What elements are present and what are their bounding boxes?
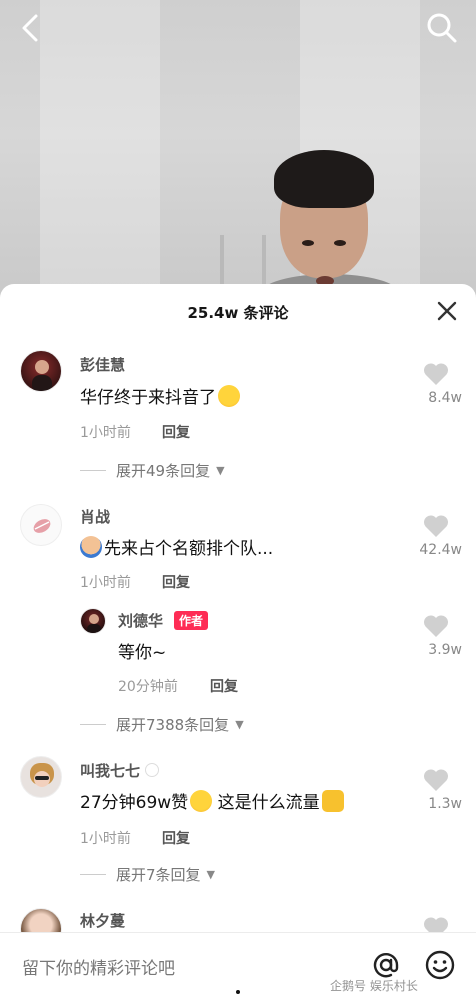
heart-icon	[423, 769, 449, 791]
search-icon	[427, 13, 457, 43]
heart-icon	[423, 515, 449, 537]
comment-text-content: 27分钟69w赞	[80, 793, 189, 813]
comment-username[interactable]: 叫我七七	[80, 760, 160, 781]
avatar[interactable]	[20, 756, 62, 798]
comments-sheet: 25.4w 条评论 彭佳慧 华仔终于来抖音了 1小时前 回复 8.4w 展开49…	[0, 284, 476, 1000]
expand-replies-button[interactable]: 展开49条回复 ▼	[80, 460, 225, 481]
triangle-down-icon: ▼	[206, 868, 216, 881]
heart-icon	[423, 363, 449, 385]
reply-time: 20分钟前	[118, 679, 178, 695]
smiley-icon	[425, 950, 455, 980]
expand-replies-label: 展开7条回复	[116, 866, 201, 884]
comment-time: 1小时前	[80, 575, 131, 591]
chevron-left-icon	[22, 14, 38, 42]
pleading-emoji-icon	[190, 790, 213, 812]
like-button[interactable]: 3.9w	[408, 614, 464, 658]
like-count: 3.9w	[428, 642, 462, 658]
comment-text: 先来占个名额排个队...	[80, 534, 273, 559]
raising-hand-emoji-icon	[80, 536, 102, 558]
avatar[interactable]	[80, 608, 106, 634]
sheet-header: 25.4w 条评论	[0, 284, 476, 340]
comment-username[interactable]: 彭佳慧	[80, 354, 125, 375]
comment-username[interactable]: 肖战	[80, 506, 110, 527]
author-badge: 作者	[174, 611, 209, 630]
like-button[interactable]: 8.4w	[408, 362, 464, 406]
comment-item: 彭佳慧 华仔终于来抖音了 1小时前 回复 8.4w 展开49条回复 ▼	[0, 348, 476, 488]
heart-icon	[423, 615, 449, 637]
comment-item: 肖战 先来占个名额排个队... 1小时前 回复 42.4w 刘德华 作者 等你~…	[0, 502, 476, 742]
comment-text: 华仔终于来抖音了	[80, 383, 240, 408]
reply-button[interactable]: 回复	[162, 828, 190, 848]
emoji-button[interactable]	[424, 949, 456, 981]
expand-replies-button[interactable]: 展开7条回复 ▼	[80, 864, 215, 885]
reply-username[interactable]: 刘德华	[118, 610, 163, 631]
like-count: 42.4w	[419, 542, 462, 558]
comment-item: 叫我七七 27分钟69w赞 这是什么流量 1小时前 回复 1.3w 展开7条回复…	[0, 754, 476, 894]
avatar[interactable]	[20, 504, 62, 546]
thumbs-up-emoji-icon	[321, 790, 344, 812]
close-icon	[437, 301, 457, 321]
avatar[interactable]	[20, 350, 62, 392]
watermark: 企鹅号 娱乐村长	[330, 979, 418, 993]
expand-replies-label: 展开7388条回复	[116, 716, 230, 734]
comment-username[interactable]: 林夕蔓	[80, 910, 125, 931]
back-button[interactable]	[14, 10, 50, 46]
expand-replies-label: 展开49条回复	[116, 462, 211, 480]
triangle-down-icon: ▼	[235, 718, 244, 731]
like-count: 1.3w	[428, 796, 462, 812]
expand-replies-button[interactable]: 展开7388条回复 ▼	[80, 714, 244, 735]
comment-text-content: 这是什么流量	[212, 793, 320, 813]
comment-input[interactable]: 留下你的精彩评论吧	[22, 954, 175, 979]
decoration-icon	[145, 763, 160, 777]
like-button[interactable]: 1.3w	[408, 768, 464, 812]
comment-count-title: 25.4w 条评论	[187, 304, 289, 322]
like-button[interactable]: 42.4w	[408, 514, 464, 558]
search-button[interactable]	[424, 10, 460, 46]
reply-button[interactable]: 回复	[162, 422, 190, 442]
comment-text: 27分钟69w赞 这是什么流量	[80, 788, 344, 813]
comment-text-content: 华仔终于来抖音了	[80, 388, 216, 408]
video-person	[260, 150, 400, 300]
comment-username-text: 叫我七七	[80, 762, 141, 780]
video-player[interactable]	[0, 0, 476, 300]
close-button[interactable]	[436, 300, 458, 322]
comment-time: 1小时前	[80, 425, 131, 441]
background-light	[40, 0, 160, 300]
wink-emoji-icon	[218, 385, 240, 407]
comment-text-content: 先来占个名额排个队...	[104, 539, 274, 559]
comment-time: 1小时前	[80, 831, 131, 847]
reply-button[interactable]: 回复	[162, 572, 190, 592]
home-indicator	[236, 990, 240, 994]
triangle-down-icon: ▼	[216, 464, 225, 477]
reply-text: 等你~	[118, 643, 167, 663]
like-count: 8.4w	[428, 390, 462, 406]
reply-button[interactable]: 回复	[210, 676, 238, 696]
